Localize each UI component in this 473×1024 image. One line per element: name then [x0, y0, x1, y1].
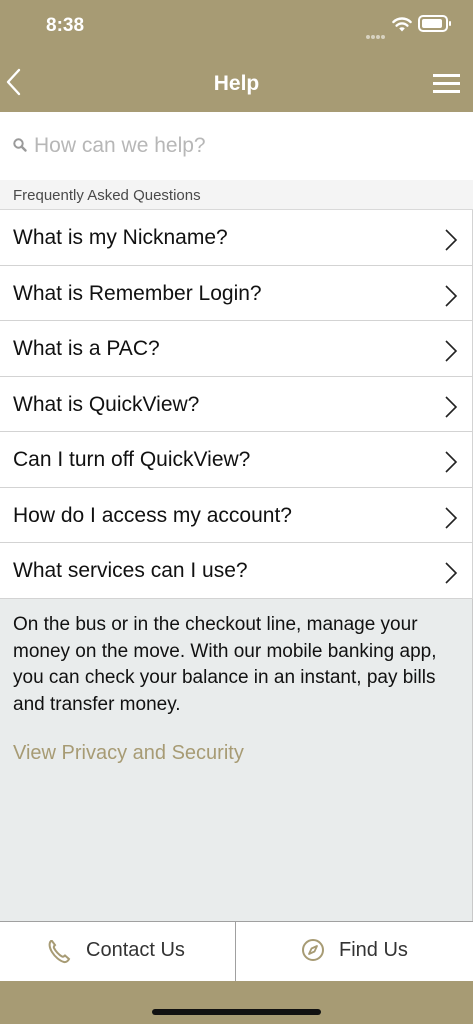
faq-item-pac[interactable]: What is a PAC? [0, 321, 473, 377]
nav-bar: Help [0, 56, 473, 112]
info-text: On the bus or in the checkout line, mana… [13, 614, 437, 715]
search-icon [13, 138, 27, 152]
faq-item-label: What is Remember Login? [13, 281, 262, 305]
contact-us-button[interactable]: Contact Us [0, 922, 236, 981]
faq-item-services[interactable]: What services can I use? [0, 543, 473, 599]
hamburger-menu-icon [433, 74, 460, 93]
section-title: Frequently Asked Questions [13, 187, 201, 204]
compass-icon [302, 939, 324, 961]
faq-item-turn-off-quickview[interactable]: Can I turn off QuickView? [0, 432, 473, 488]
bottom-bar: Contact Us Find Us [0, 921, 473, 981]
menu-button[interactable] [423, 56, 473, 112]
search-input[interactable] [34, 125, 454, 167]
battery-icon [418, 15, 451, 32]
faq-item-access-account[interactable]: How do I access my account? [0, 487, 473, 543]
info-panel: On the bus or in the checkout line, mana… [0, 599, 473, 922]
chevron-right-icon [445, 562, 458, 584]
find-us-label: Find Us [339, 939, 408, 961]
chevron-right-icon [445, 506, 458, 529]
status-bar: 8:38 [0, 0, 473, 56]
chevron-right-icon [445, 284, 458, 307]
wifi-icon [392, 17, 412, 32]
faq-item-quickview[interactable]: What is QuickView? [0, 376, 473, 432]
signal-icon [366, 26, 386, 39]
phone-icon [48, 940, 71, 964]
chevron-right-icon [445, 229, 458, 251]
find-us-button[interactable]: Find Us [237, 922, 473, 981]
chevron-right-icon [445, 395, 458, 418]
contact-us-label: Contact Us [86, 939, 185, 961]
faq-item-nickname[interactable]: What is my Nickname? [0, 210, 473, 266]
chevron-right-icon [445, 340, 458, 362]
faq-section-header: Frequently Asked Questions [0, 180, 473, 210]
page-title: Help [213, 72, 260, 95]
faq-item-label: What is QuickView? [13, 392, 200, 416]
privacy-security-link[interactable]: View Privacy and Security [13, 742, 244, 765]
faq-item-label: How do I access my account? [13, 503, 292, 527]
faq-item-remember-login[interactable]: What is Remember Login? [0, 265, 473, 321]
home-indicator-area [0, 981, 473, 1024]
chevron-right-icon [445, 451, 458, 473]
faq-item-label: What services can I use? [13, 559, 248, 582]
faq-item-label: Can I turn off QuickView? [13, 448, 251, 471]
home-indicator[interactable] [152, 1009, 321, 1015]
faq-item-label: What is a PAC? [13, 337, 160, 360]
search-bar [0, 112, 473, 180]
faq-item-label: What is my Nickname? [13, 226, 228, 249]
status-time: 8:38 [46, 15, 85, 36]
faq-list: What is my Nickname? What is Remember Lo… [0, 210, 473, 599]
